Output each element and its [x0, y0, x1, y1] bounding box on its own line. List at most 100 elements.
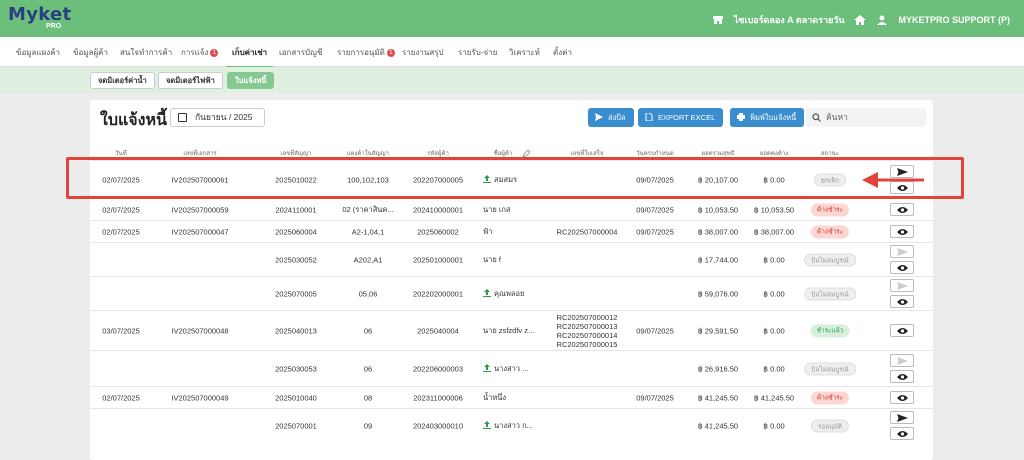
month-picker[interactable]: กันยายน / 2025: [170, 108, 265, 127]
top-right-menu: ไซเบอร์ดลอง A ตลาดรายวัน MYKETPRO SUPPOR…: [712, 13, 1010, 27]
cell-contract: 2025010040: [275, 393, 317, 403]
page-title: ใบแจ้งหนี้: [100, 112, 167, 129]
cell-merchant-id: 202410000001: [412, 205, 464, 215]
menu-item-rent-collection[interactable]: เก็บค่าเช่า: [225, 46, 274, 68]
menu-item-interested[interactable]: สนใจทำการค้า: [120, 46, 172, 59]
cell-merchant-name: นางสาว ก...: [483, 420, 533, 432]
cell-merchant-id: 202206000003: [412, 364, 464, 374]
file-icon: [645, 113, 653, 121]
app-logo[interactable]: Myket: [8, 4, 71, 25]
print-icon: [737, 113, 745, 121]
menu-item-analysis[interactable]: วิเคราะห์: [509, 46, 540, 59]
cell-net-total: ฿ 29,591.50: [697, 326, 739, 336]
main-menu: ข้อมูลแผงค้า ข้อมูลผู้ค้า สนใจทำการค้า ก…: [0, 37, 1024, 68]
view-button[interactable]: [890, 370, 914, 383]
view-button[interactable]: [890, 324, 914, 337]
cell-balance: ฿ 0.00: [763, 255, 785, 265]
merchant-name-text: นางสาว ก...: [494, 421, 533, 430]
tab-electric-meter[interactable]: จดมิเตอร์ไฟฟ้า: [158, 72, 223, 89]
cell-balance: ฿ 0.00: [763, 364, 785, 374]
view-button[interactable]: [890, 225, 914, 238]
cell-merchant-id: 2025040004: [417, 326, 459, 336]
send-bill-button[interactable]: ส่งบิล: [588, 108, 634, 127]
table-row[interactable]: 2025030052 A202,A1 202501000001 นาย f ฿ 17,7…: [90, 242, 933, 276]
eye-icon: [897, 431, 908, 437]
send-button[interactable]: [890, 279, 914, 292]
table-row[interactable]: 2025030053 06 202206000003 นางสาว ... ฿ 26,9…: [90, 350, 933, 386]
status-badge: ค้างชำระ: [810, 225, 850, 239]
cell-date: 02/07/2025: [102, 393, 140, 403]
table-row[interactable]: 03/07/2025 IV202507000048 2025040013 06 2025…: [90, 310, 933, 350]
user-name[interactable]: MYKETPRO SUPPORT (P): [898, 15, 1010, 25]
cell-merchant-id: 202403000010: [412, 421, 464, 431]
cell-receipt: RC202507000012 RC202507000013 RC20250700…: [556, 313, 618, 349]
cell-stalls: A2-1,04,1: [351, 227, 385, 237]
cell-receipt: RC202507000004: [556, 227, 618, 237]
merchant-name-text: นาย f: [483, 255, 501, 264]
home-icon[interactable]: [854, 15, 867, 25]
invoice-card: ใบแจ้งหนี้ กันยายน / 2025 ส่งบิล EXPORT …: [90, 100, 933, 460]
view-button[interactable]: [890, 203, 914, 216]
merchant-name-text: นาย เกส: [483, 205, 511, 214]
cell-merchant-name: ฟ้า: [483, 226, 493, 238]
send-icon: [897, 414, 908, 422]
table-row[interactable]: 02/07/2025 IV202507000059 2024110001 02 (รา…: [90, 198, 933, 220]
cell-merchant-name: นาย zsfzdfv z...: [483, 325, 534, 337]
menu-item-approvals[interactable]: รายการอนุมัติ 1: [337, 46, 395, 59]
cell-merchant-name: คุณพลอย: [483, 288, 524, 300]
cell-net-total: ฿ 17,744.00: [697, 255, 739, 265]
cell-doc-no: IV202507000047: [171, 227, 229, 237]
menu-item-accounting-docs[interactable]: เอกสารบัญชี: [279, 46, 322, 59]
merchant-name-text: นางสาว ...: [494, 364, 529, 373]
cell-balance: ฿ 0.00: [763, 289, 785, 299]
view-button[interactable]: [890, 391, 914, 404]
send-icon: [897, 282, 908, 290]
cell-doc-no: IV202507000048: [171, 326, 229, 336]
cell-stalls: 06: [363, 326, 373, 336]
eye-icon: [897, 299, 908, 305]
cell-merchant-name: น้ำหนึ่ง: [483, 392, 506, 404]
send-button[interactable]: [890, 411, 914, 424]
tab-invoices[interactable]: ใบแจ้งหนี้: [227, 72, 275, 89]
highlight-box: [66, 157, 964, 199]
store-name[interactable]: ไซเบอร์ดลอง A ตลาดรายวัน: [734, 13, 845, 27]
app-logo-sub: PRO: [46, 23, 62, 30]
cell-net-total: ฿ 26,916.50: [697, 364, 739, 374]
menu-item-stalls[interactable]: ข้อมูลแผงค้า: [16, 46, 60, 59]
tab-water-meter[interactable]: จดมิเตอร์ค่าน้ำ: [90, 72, 155, 89]
menu-item-merchants[interactable]: ข้อมูลผู้ค้า: [73, 46, 108, 59]
table-row[interactable]: 2025070001 09 202403000010 นางสาว ก... ฿ 41,…: [90, 408, 933, 442]
calendar-icon: [178, 113, 187, 122]
top-bar: Myket PRO ไซเบอร์ดลอง A ตลาดรายวัน MYKET…: [0, 0, 1024, 37]
view-button[interactable]: [890, 295, 914, 308]
edit-icon[interactable]: [523, 150, 530, 157]
cell-stalls: 09: [363, 421, 373, 431]
send-button[interactable]: [890, 245, 914, 258]
cell-net-total: ฿ 41,245.50: [697, 421, 739, 431]
status-badge: ค้างชำระ: [810, 391, 850, 405]
export-excel-button[interactable]: EXPORT EXCEL: [638, 108, 724, 127]
search-input[interactable]: ค้นหา: [806, 108, 926, 127]
cell-merchant-id: 2025060002: [417, 227, 459, 237]
eye-icon: [897, 229, 908, 235]
cell-date: 02/07/2025: [102, 205, 140, 215]
cell-date: 03/07/2025: [102, 326, 140, 336]
cell-balance: ฿ 0.00: [763, 326, 785, 336]
cell-stalls: 02 (ราคาสินค...: [342, 205, 394, 214]
send-button[interactable]: [890, 354, 914, 367]
table-row[interactable]: 2025070005 05,06 202202000001 คุณพลอย ฿ 59,0…: [90, 276, 933, 310]
status-badge: ชำระแล้ว: [810, 324, 850, 338]
table-row[interactable]: 02/07/2025 IV202507000049 2025010040 08 2023…: [90, 386, 933, 408]
table-row[interactable]: 02/07/2025 IV202507000047 2025060004 A2-1,0…: [90, 220, 933, 242]
menu-item-settings[interactable]: ตั้งค่า: [553, 46, 572, 59]
menu-item-summary-report[interactable]: รายงานสรุป: [402, 46, 444, 59]
status-badge: ค้างชำระ: [810, 203, 850, 217]
print-invoice-button[interactable]: พิมพ์ใบแจ้งหนี้: [730, 108, 805, 127]
menu-item-income-expense[interactable]: รายรับ-จ่าย: [458, 46, 497, 59]
cell-merchant-id: 202501000001: [412, 255, 464, 265]
menu-item-notifications[interactable]: การแจ้ง 1: [181, 46, 219, 59]
merchant-name-text: ฟ้า: [483, 227, 493, 236]
search-icon: [812, 113, 821, 122]
view-button[interactable]: [890, 427, 914, 440]
view-button[interactable]: [890, 261, 914, 274]
